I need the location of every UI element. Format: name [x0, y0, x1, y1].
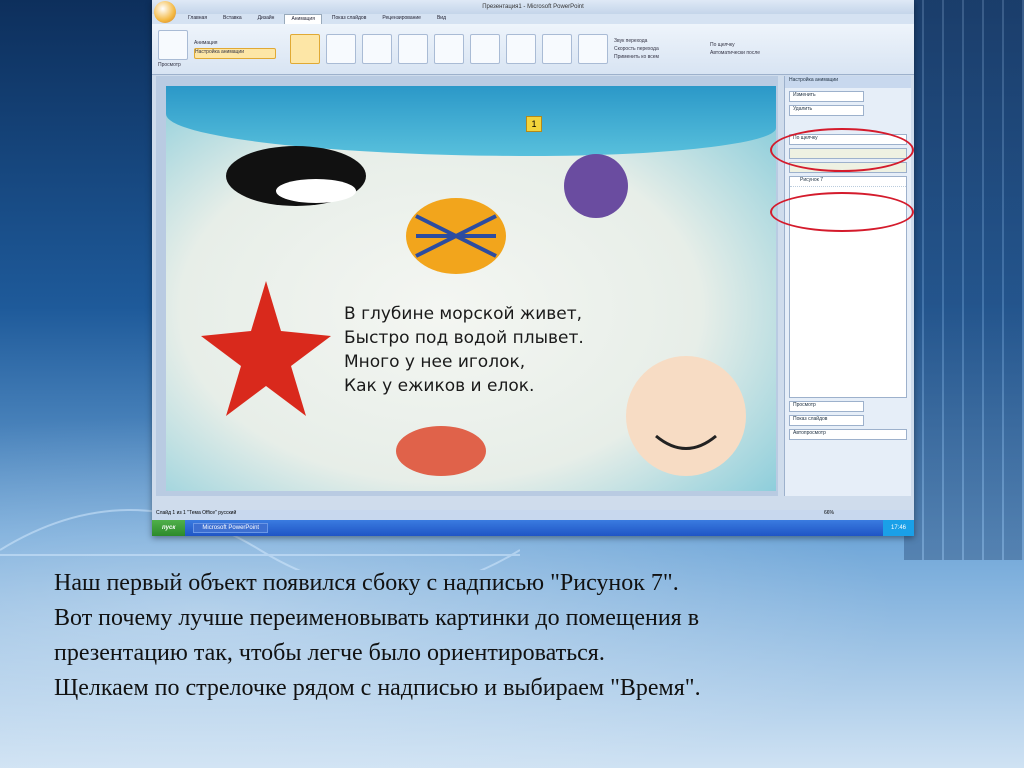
- angelfish-image[interactable]: [396, 186, 526, 286]
- tab-slideshow[interactable]: Показ слайдов: [326, 14, 372, 24]
- caption-line: презентацию так, чтобы легче было ориент…: [54, 640, 605, 666]
- preview-label: Просмотр: [158, 62, 181, 68]
- delete-effect-button[interactable]: Удалить: [789, 105, 864, 116]
- caption-text: Наш первый объект появился сбоку с надпи…: [54, 566, 1004, 706]
- window-title: Презентация1 - Microsoft PowerPoint: [482, 4, 584, 10]
- tab-review[interactable]: Рецензирование: [376, 14, 427, 24]
- transition-sound[interactable]: Звук перехода: [614, 38, 704, 44]
- custom-animation-button[interactable]: Настройка анимации: [194, 47, 276, 59]
- window-titlebar: Презентация1 - Microsoft PowerPoint: [152, 0, 914, 23]
- ribbon-tabs: Главная Вставка Дизайн Анимация Показ сл…: [152, 14, 914, 24]
- tab-insert[interactable]: Вставка: [217, 14, 248, 24]
- highlight-circle-start: [770, 128, 914, 172]
- start-button[interactable]: пуск: [152, 520, 186, 536]
- tab-design[interactable]: Дизайн: [252, 14, 281, 24]
- caption-line: Щелкаем по стрелочке рядом с надписью и …: [54, 675, 701, 701]
- caption-line: Вот почему лучше переименовывать картинк…: [54, 605, 700, 631]
- taskbar-app-button[interactable]: Microsoft PowerPoint: [193, 523, 269, 533]
- status-bar: Слайд 1 из 1 "Тема Office" русский 66%: [152, 510, 914, 520]
- system-tray-clock: 17:46: [882, 520, 914, 536]
- slide-poem[interactable]: В глубине морской живет, Быстро под водо…: [344, 302, 584, 398]
- transition-none-thumb[interactable]: [290, 34, 320, 64]
- animation-group-label: Анимация: [194, 39, 218, 46]
- tab-animation[interactable]: Анимация: [284, 14, 322, 24]
- office-button[interactable]: [154, 1, 176, 23]
- slideshow-button[interactable]: Показ слайдов: [789, 415, 864, 426]
- ribbon: Просмотр Анимация Настройка анимации Зву…: [152, 24, 914, 75]
- preview-button[interactable]: [158, 30, 188, 60]
- tab-view[interactable]: Вид: [431, 14, 452, 24]
- windows-taskbar: пуск Microsoft PowerPoint 17:46: [152, 520, 914, 536]
- tab-home[interactable]: Главная: [182, 14, 213, 24]
- highlight-circle-item: [770, 192, 914, 232]
- starfish-image[interactable]: [196, 276, 336, 426]
- animation-list-item[interactable]: Рисунок 7: [790, 177, 906, 187]
- transition-thumb-8[interactable]: [578, 34, 608, 64]
- poem-line: Быстро под водой плывет.: [344, 328, 584, 348]
- apply-all[interactable]: Применить ко всем: [614, 54, 704, 60]
- transition-thumb-1[interactable]: [326, 34, 356, 64]
- transition-speed[interactable]: Скорость перехода: [614, 46, 704, 52]
- pufferfish-image[interactable]: [556, 146, 636, 226]
- task-pane-title: Настройка анимации: [785, 76, 911, 88]
- caption-line: Наш первый объект появился сбоку с надпи…: [54, 570, 679, 596]
- slide-canvas[interactable]: 1 В глубине морской живет, Быстро под во…: [166, 86, 776, 491]
- poem-line: В глубине морской живет,: [344, 304, 583, 324]
- poem-line: Как у ежиков и елок.: [344, 376, 535, 396]
- change-effect-button[interactable]: Изменить: [789, 91, 864, 102]
- transition-thumb-6[interactable]: [506, 34, 536, 64]
- autopreview-checkbox[interactable]: Автопросмотр: [789, 429, 907, 440]
- transition-thumb-4[interactable]: [434, 34, 464, 64]
- play-button[interactable]: Просмотр: [789, 401, 864, 412]
- status-text: Слайд 1 из 1 "Тема Office" русский: [156, 510, 237, 516]
- transition-thumb-5[interactable]: [470, 34, 500, 64]
- zoom-level[interactable]: 66%: [824, 510, 834, 516]
- poem-line: Много у нее иголок,: [344, 352, 526, 372]
- powerpoint-screenshot: Презентация1 - Microsoft PowerPoint Глав…: [152, 0, 914, 536]
- auto-after-option[interactable]: Автоматически после: [710, 50, 760, 56]
- transition-thumb-7[interactable]: [542, 34, 572, 64]
- transition-thumb-2[interactable]: [362, 34, 392, 64]
- orca-image[interactable]: [186, 106, 386, 226]
- slide-editor: 1 В глубине морской живет, Быстро под во…: [156, 76, 778, 496]
- crab-image[interactable]: [376, 406, 506, 486]
- animation-order-marker[interactable]: 1: [526, 116, 542, 132]
- transition-thumb-3[interactable]: [398, 34, 428, 64]
- city-towers: [904, 0, 1024, 560]
- mermaid-image[interactable]: [606, 336, 756, 486]
- on-click-option[interactable]: По щелчку: [710, 42, 760, 48]
